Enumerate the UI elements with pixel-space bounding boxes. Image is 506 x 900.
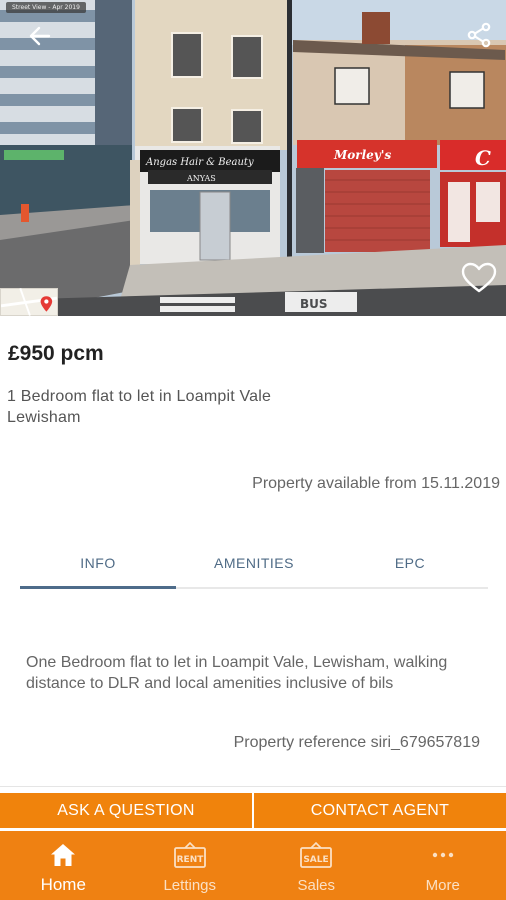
property-price: £950 pcm <box>8 342 104 365</box>
nav-sales[interactable]: SALE Sales <box>253 831 380 900</box>
nav-home[interactable]: Home <box>0 831 127 900</box>
contact-agent-button[interactable]: CONTACT AGENT <box>254 793 506 828</box>
bottom-navigation: Home RENT Lettings SALE Sales More <box>0 831 506 900</box>
street-view-image: BUS Angas Hair & Beauty ANYAS Morley's C <box>0 0 506 316</box>
property-photo[interactable]: BUS Angas Hair & Beauty ANYAS Morley's C… <box>0 0 506 316</box>
share-icon <box>467 22 491 48</box>
action-bar: ASK A QUESTION CONTACT AGENT <box>0 793 506 828</box>
nav-home-label: Home <box>40 875 86 894</box>
property-title: 1 Bedroom flat to let in Loampit Vale Le… <box>7 388 272 426</box>
heart-icon <box>461 262 497 293</box>
svg-text:C: C <box>475 146 491 170</box>
property-description: One Bedroom flat to let in Loampit Vale,… <box>26 654 448 692</box>
property-reference: Property reference siri_679657819 <box>233 734 480 751</box>
rent-sign-icon: RENT <box>173 841 206 868</box>
favourite-button[interactable] <box>458 258 500 298</box>
svg-text:ANYAS: ANYAS <box>186 174 216 183</box>
details-tab-bar: INFO AMENITIES EPC <box>20 545 488 589</box>
svg-text:Morley's: Morley's <box>333 148 391 162</box>
svg-text:RENT: RENT <box>176 855 204 865</box>
streetview-badge: Street View - Apr 2019 <box>6 2 86 13</box>
ask-question-button[interactable]: ASK A QUESTION <box>0 793 252 828</box>
availability-date: Property available from 15.11.2019 <box>252 475 500 492</box>
svg-text:SALE: SALE <box>304 855 329 865</box>
nav-more-label: More <box>425 877 460 894</box>
nav-lettings[interactable]: RENT Lettings <box>127 831 254 900</box>
map-thumbnail-button[interactable] <box>0 288 58 316</box>
divider <box>0 786 506 787</box>
nav-lettings-label: Lettings <box>163 877 217 894</box>
share-button[interactable] <box>462 18 496 52</box>
nav-sales-label: Sales <box>297 877 336 894</box>
map-pin-icon <box>1 288 57 316</box>
nav-more[interactable]: More <box>380 831 506 900</box>
tab-info[interactable]: INFO <box>20 545 176 589</box>
back-arrow-icon <box>29 26 51 46</box>
more-dots-icon <box>432 852 453 858</box>
home-icon <box>51 844 76 866</box>
tab-epc[interactable]: EPC <box>332 545 488 587</box>
sale-sign-icon: SALE <box>300 841 333 868</box>
svg-text:BUS: BUS <box>300 297 328 311</box>
svg-text:Angas Hair & Beauty: Angas Hair & Beauty <box>145 157 254 168</box>
back-button[interactable] <box>22 20 58 52</box>
tab-amenities[interactable]: AMENITIES <box>176 545 332 587</box>
